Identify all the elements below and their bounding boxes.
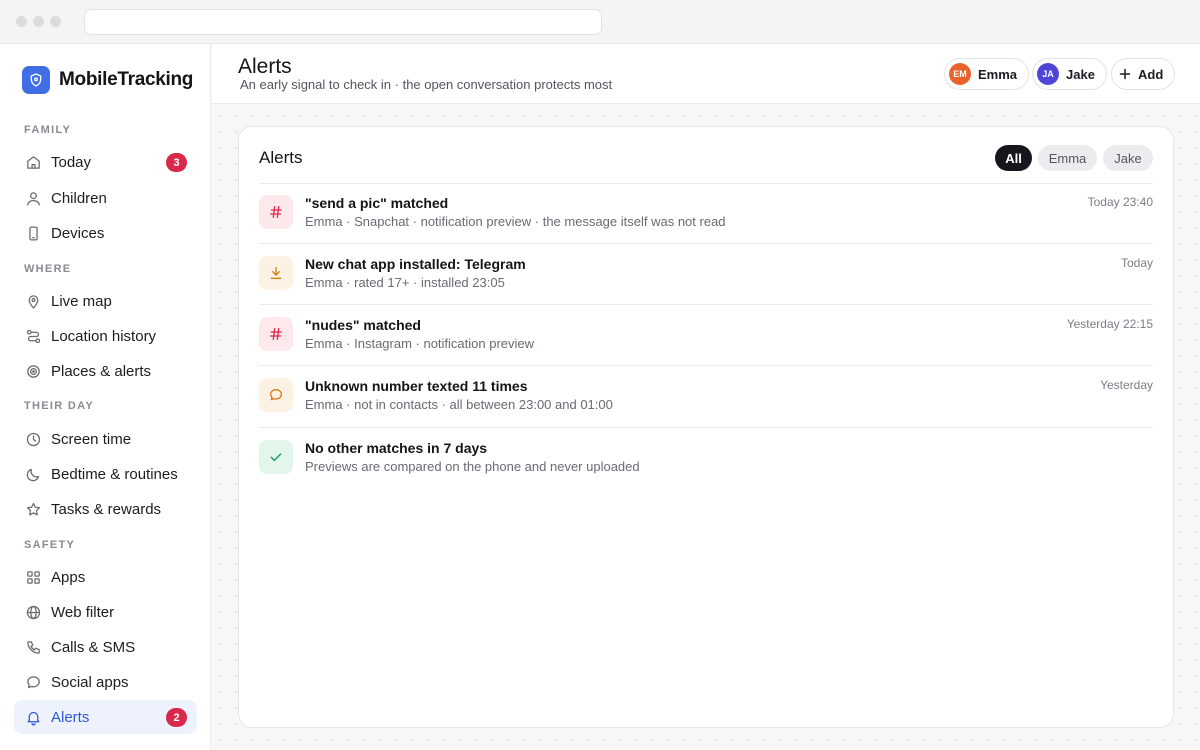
shield-logo-icon [22, 66, 50, 94]
alert-time: Yesterday 22:15 [1066, 317, 1153, 331]
filter-all[interactable]: All [995, 145, 1032, 171]
brand[interactable]: MobileTracking [22, 66, 193, 94]
sidebar-item-label: Web filter [51, 603, 115, 621]
clock-icon [24, 430, 42, 448]
alert-item[interactable]: "nudes" matched Emma · Instagram · notif… [259, 305, 1153, 366]
filter-emma[interactable]: Emma [1038, 145, 1097, 171]
sidebar-item-today[interactable]: Today 3 [14, 145, 197, 179]
avatar: EM [949, 63, 971, 85]
card-title: Alerts [259, 148, 303, 167]
window-zoom-dot[interactable] [50, 16, 61, 27]
filter-jake[interactable]: Jake [1103, 145, 1153, 171]
alert-meta: Emma · Snapchat · notification preview ·… [305, 214, 726, 229]
window-close-dot[interactable] [16, 16, 27, 27]
alert-meta: Previews are compared on the phone and n… [305, 459, 640, 474]
main-area: Alerts An early signal to check in · the… [212, 44, 1200, 750]
child-chip-jake[interactable]: JA Jake [1032, 58, 1107, 90]
sidebar-item-label: Tasks & rewards [51, 500, 162, 518]
sidebar-item-places-alerts[interactable]: Places & alerts [14, 354, 197, 388]
sidebar-item-label: Location history [51, 327, 157, 345]
star-icon [24, 500, 42, 518]
sidebar-item-web-filter[interactable]: Web filter [14, 595, 197, 629]
chat-bubble-icon [259, 378, 293, 412]
sidebar-item-label: Live map [51, 292, 112, 310]
hashtag-icon [259, 195, 293, 229]
browser-chrome [0, 0, 1200, 44]
bell-icon [24, 708, 42, 726]
add-label: Add [1138, 66, 1164, 82]
chat-bubble-icon [24, 673, 42, 691]
alert-title: "send a pic" matched [305, 195, 449, 211]
count-badge: 2 [166, 708, 187, 727]
child-chip-label: Jake [1066, 66, 1095, 82]
sidebar-item-label: Calls & SMS [51, 638, 136, 656]
sidebar-item-screen-time[interactable]: Screen time [14, 422, 197, 456]
sidebar-item-location-history[interactable]: Location history [14, 319, 197, 353]
sidebar-item-label: Today [51, 153, 92, 171]
address-bar[interactable] [84, 9, 602, 35]
alert-item[interactable]: New chat app installed: Telegram Emma · … [259, 244, 1153, 305]
route-icon [24, 327, 42, 345]
child-chip-label: Emma [978, 66, 1018, 82]
window-minimize-dot[interactable] [33, 16, 44, 27]
section-label-their-day: THEIR DAY [24, 400, 94, 412]
phone-call-icon [24, 638, 42, 656]
page-title: Alerts [238, 55, 292, 78]
page-header: Alerts An early signal to check in · the… [212, 44, 1200, 104]
sidebar-item-live-map[interactable]: Live map [14, 284, 197, 318]
section-label-safety: SAFETY [24, 539, 76, 551]
alert-title: Unknown number texted 11 times [305, 378, 528, 394]
alert-title: No other matches in 7 days [305, 440, 488, 456]
download-icon [259, 256, 293, 290]
target-icon [24, 362, 42, 380]
section-label-family: FAMILY [24, 124, 72, 136]
alert-title: New chat app installed: Telegram [305, 256, 526, 272]
alerts-card: Alerts All Emma Jake "send a pic" matche… [238, 126, 1174, 728]
phone-icon [24, 224, 42, 242]
hashtag-icon [259, 317, 293, 351]
sidebar-item-label: Devices [51, 224, 105, 242]
moon-icon [24, 465, 42, 483]
alert-item[interactable]: Unknown number texted 11 times Emma · no… [259, 366, 1153, 428]
plus-icon [1119, 68, 1131, 80]
alert-title: "nudes" matched [305, 317, 421, 333]
home-icon [24, 153, 42, 171]
sidebar-item-alerts[interactable]: Alerts 2 [14, 700, 197, 734]
map-pin-icon [24, 292, 42, 310]
sidebar-item-apps[interactable]: Apps [14, 560, 197, 594]
sidebar-item-children[interactable]: Children [14, 181, 197, 215]
sidebar-item-label: Apps [51, 568, 86, 586]
sidebar-item-social-apps[interactable]: Social apps [14, 665, 197, 699]
count-badge: 3 [166, 153, 187, 172]
page-subtitle: An early signal to check in · the open c… [240, 77, 613, 92]
alert-time: Today [1120, 256, 1153, 270]
alert-meta: Emma · Instagram · notification preview [305, 336, 535, 351]
sidebar-item-label: Places & alerts [51, 362, 152, 380]
alert-meta: Emma · rated 17+ · installed 23:05 [305, 275, 505, 290]
child-chip-emma[interactable]: EM Emma [944, 58, 1030, 90]
sidebar-item-calls-sms[interactable]: Calls & SMS [14, 630, 197, 664]
brand-name: MobileTracking [59, 69, 194, 90]
check-icon [259, 440, 293, 474]
alert-meta: Emma · not in contacts · all between 23:… [305, 397, 613, 412]
alert-item[interactable]: No other matches in 7 days Previews are … [259, 428, 1153, 489]
sidebar-item-label: Screen time [51, 430, 132, 448]
sidebar-item-tasks-rewards[interactable]: Tasks & rewards [14, 492, 197, 526]
section-label-where: WHERE [24, 263, 72, 275]
sidebar-item-label: Bedtime & routines [51, 465, 178, 483]
person-icon [24, 189, 42, 207]
sidebar-item-label: Alerts [51, 708, 90, 726]
alert-time: Yesterday [1100, 378, 1153, 392]
add-child-button[interactable]: Add [1111, 58, 1176, 90]
avatar: JA [1037, 63, 1059, 85]
grid-icon [24, 568, 42, 586]
alert-item[interactable]: "send a pic" matched Emma · Snapchat · n… [259, 183, 1153, 244]
sidebar: MobileTracking FAMILY Today 3 Children D… [0, 44, 211, 750]
sidebar-item-devices[interactable]: Devices [14, 216, 197, 250]
sidebar-item-label: Children [51, 189, 107, 207]
globe-icon [24, 603, 42, 621]
sidebar-item-label: Social apps [51, 673, 129, 691]
alert-time: Today 23:40 [1087, 195, 1153, 209]
sidebar-item-bedtime-routines[interactable]: Bedtime & routines [14, 457, 197, 491]
